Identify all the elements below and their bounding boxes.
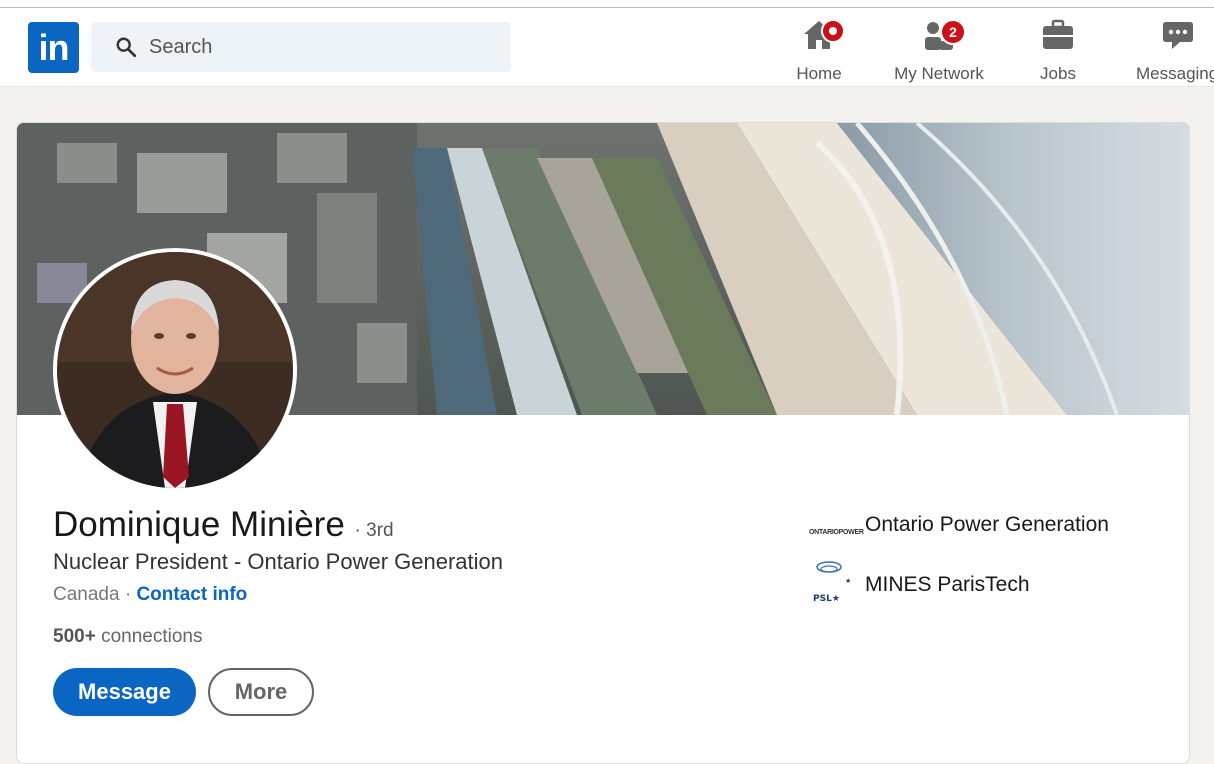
nav-messaging-label: Messaging xyxy=(1136,64,1214,83)
svg-text:PSL★: PSL★ xyxy=(813,594,840,604)
profile-photo[interactable] xyxy=(53,248,297,492)
nav-messaging[interactable]: Messaging xyxy=(1130,16,1214,83)
connection-degree: · 3rd xyxy=(354,520,394,541)
nav-home-label: Home xyxy=(796,64,842,83)
chat-icon xyxy=(1163,22,1193,49)
nav-my-network[interactable]: 2 My Network xyxy=(882,16,996,83)
profile-location-row: Canada · Contact info xyxy=(53,584,247,606)
profile-name-text: Dominique Minière xyxy=(53,505,345,544)
contact-info-link[interactable]: Contact info xyxy=(136,584,247,605)
message-button[interactable]: Message xyxy=(53,668,196,716)
connections-number: 500+ xyxy=(53,626,96,647)
nav-jobs[interactable]: Jobs xyxy=(1018,16,1098,83)
person-photo xyxy=(57,252,293,488)
opg-logo: ONTARIOPOWER xyxy=(809,529,864,536)
search-box[interactable] xyxy=(91,22,511,72)
school-logo-icon: ★ PSL★ xyxy=(813,561,851,604)
browser-edge xyxy=(0,0,1214,8)
affiliation-company-name: Ontario Power Generation xyxy=(865,513,1109,536)
profile-location: Canada xyxy=(53,584,120,605)
affiliation-school-name: MINES ParisTech xyxy=(865,573,1030,596)
more-button[interactable]: More xyxy=(208,668,314,716)
top-nav-bar: in Home 2 My Network Jobs xyxy=(0,8,1214,87)
search-input[interactable] xyxy=(149,22,489,72)
connections-count[interactable]: 500+ connections xyxy=(53,626,202,648)
nav-home[interactable]: Home xyxy=(778,16,860,83)
linkedin-logo[interactable]: in xyxy=(28,22,79,73)
profile-card: Dominique Minière · 3rd Nuclear Presiden… xyxy=(16,122,1190,764)
profile-headline: Nuclear President - Ontario Power Genera… xyxy=(53,549,503,574)
connections-label: connections xyxy=(95,626,203,647)
mines-logo: ★ PSL★ xyxy=(809,559,853,609)
briefcase-icon xyxy=(1043,19,1073,49)
search-icon xyxy=(116,37,137,58)
notification-dot xyxy=(821,19,845,43)
nav-jobs-label: Jobs xyxy=(1040,64,1076,83)
profile-name: Dominique Minière · 3rd xyxy=(53,505,394,545)
location-separator: · xyxy=(119,584,137,605)
svg-text:★: ★ xyxy=(845,577,851,585)
network-badge: 2 xyxy=(940,19,966,45)
nav-my-network-label: My Network xyxy=(894,64,984,83)
